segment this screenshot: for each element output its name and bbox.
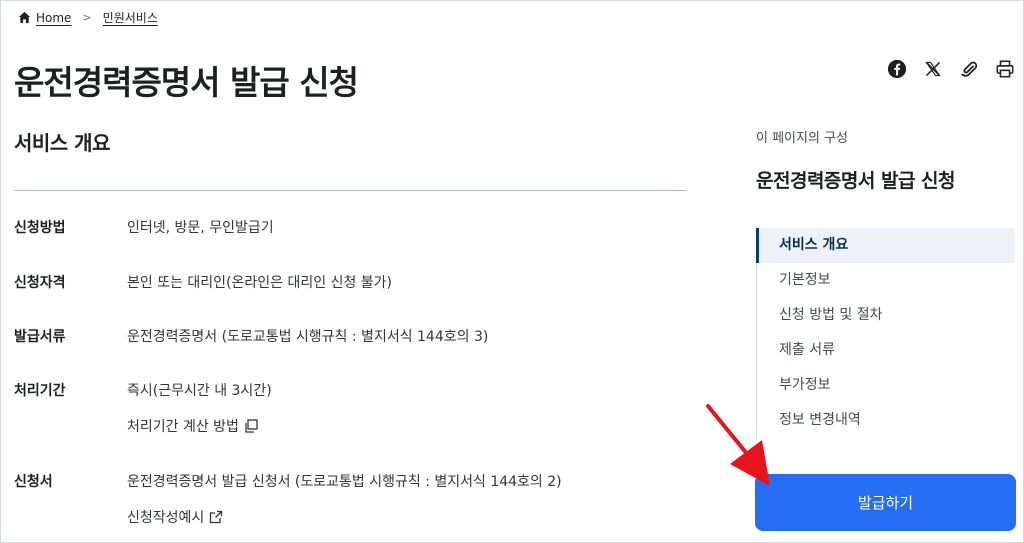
row-value: 인터넷, 방문, 무인발급기 [127, 220, 274, 236]
toc-item-overview[interactable]: 서비스 개요 [756, 228, 1015, 263]
share-toolbar [886, 58, 1016, 80]
toc-item-change-history[interactable]: 정보 변경내역 [756, 403, 1015, 438]
toc-item-documents[interactable]: 제출 서류 [756, 333, 1015, 368]
row-value: 본인 또는 대리인(온라인은 대리인 신청 불가) [127, 275, 393, 291]
row-label: 처리기간 [14, 383, 66, 399]
row-label: 발급서류 [14, 329, 66, 345]
info-row-eligibility: 신청자격 본인 또는 대리인(온라인은 대리인 신청 불가) [14, 272, 392, 292]
row-label: 신청서 [14, 474, 53, 490]
home-icon [18, 11, 31, 24]
row-label: 신청자격 [14, 275, 66, 291]
copy-icon [244, 419, 258, 433]
toc-title: 운전경력증명서 발급 신청 [756, 170, 956, 192]
info-row-application-form: 신청서 운전경력증명서 발급 신청서 (도로교통법 시행규칙 : 별지서식 14… [14, 471, 562, 491]
link-label: 처리기간 계산 방법 [127, 419, 239, 435]
row-label: 신청방법 [14, 220, 66, 236]
facebook-icon[interactable] [886, 58, 908, 80]
row-value: 운전경력증명서 발급 신청서 (도로교통법 시행규칙 : 별지서식 144호의 … [127, 474, 562, 490]
toc-item-basic-info[interactable]: 기본정보 [756, 263, 1015, 298]
processing-time-calc-link[interactable]: 처리기간 계산 방법 [127, 416, 258, 436]
link-label: 신청작성예시 [127, 510, 205, 526]
row-value: 즉시(근무시간 내 3시간) [127, 383, 272, 399]
chevron-right-icon: > [82, 11, 92, 24]
section-divider [14, 190, 686, 191]
x-icon[interactable] [922, 58, 944, 80]
toc-caption: 이 페이지의 구성 [756, 131, 848, 146]
issue-button[interactable]: 발급하기 [755, 474, 1016, 531]
breadcrumb-current-link[interactable]: 민원서비스 [103, 9, 158, 26]
toc-item-procedure[interactable]: 신청 방법 및 절차 [756, 298, 1015, 333]
page-title: 운전경력증명서 발급 신청 [14, 63, 359, 102]
toc-item-additional-info[interactable]: 부가정보 [756, 368, 1015, 403]
link-icon[interactable] [958, 58, 980, 80]
info-row-method: 신청방법 인터넷, 방문, 무인발급기 [14, 217, 274, 237]
breadcrumb-home-link[interactable]: Home [36, 11, 71, 25]
info-row-processing-time: 처리기간 즉시(근무시간 내 3시간) [14, 380, 272, 400]
annotation-arrow-icon [706, 404, 770, 486]
print-icon[interactable] [994, 58, 1016, 80]
external-link-icon [209, 510, 223, 524]
toc-list: 서비스 개요 기본정보 신청 방법 및 절차 제출 서류 부가정보 정보 변경내… [756, 228, 1015, 438]
row-value: 운전경력증명서 (도로교통법 시행규칙 : 별지서식 144호의 3) [127, 329, 489, 345]
breadcrumb: Home > 민원서비스 [18, 9, 158, 26]
section-title: 서비스 개요 [14, 131, 110, 155]
form-example-link[interactable]: 신청작성예시 [127, 507, 223, 527]
info-row-document: 발급서류 운전경력증명서 (도로교통법 시행규칙 : 별지서식 144호의 3) [14, 326, 488, 346]
